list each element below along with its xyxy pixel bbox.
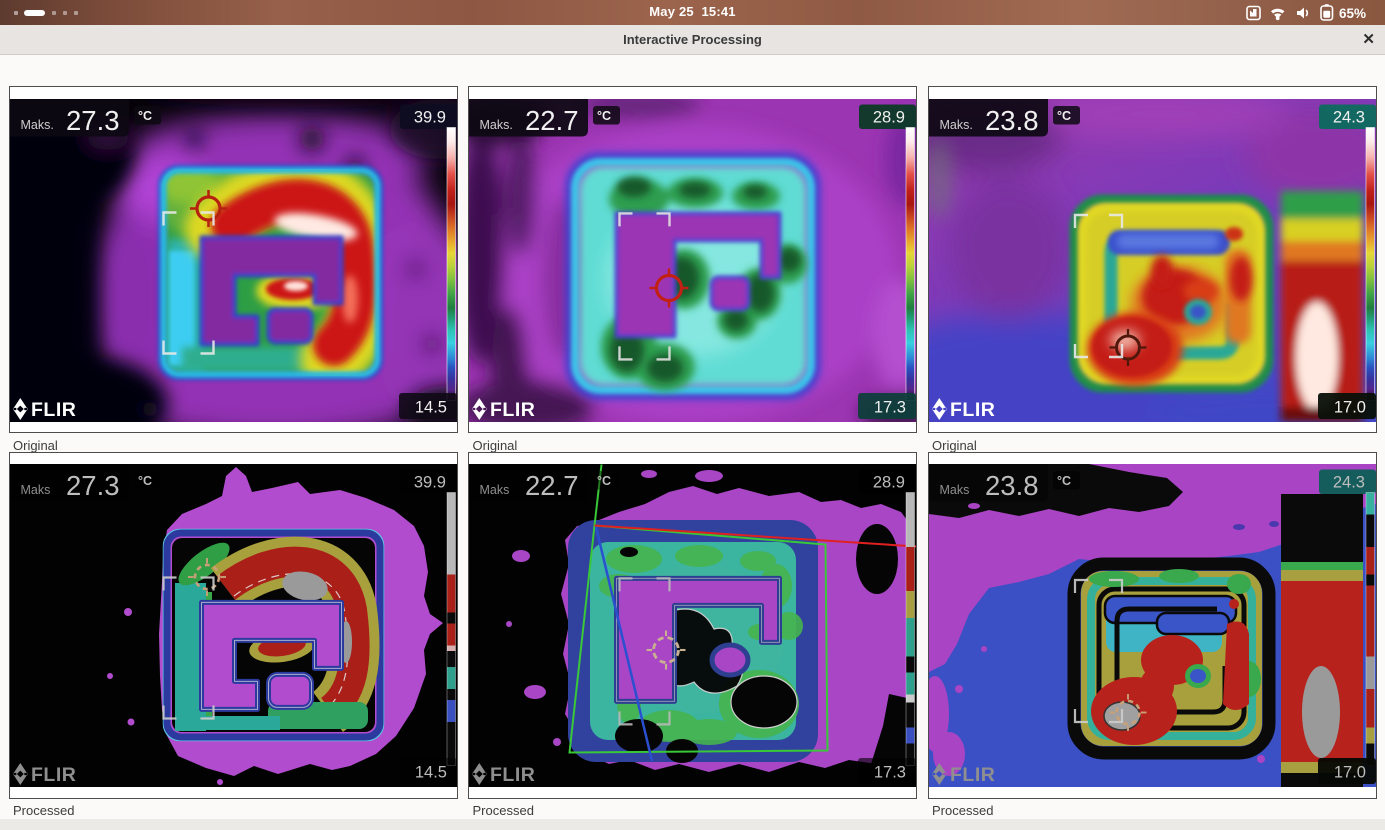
svg-text:23.8: 23.8 [985,470,1039,501]
svg-text:Maks.: Maks. [939,118,972,132]
svg-text:28.9: 28.9 [873,474,905,492]
svg-text:FLIR: FLIR [490,399,535,421]
svg-text:17.3: 17.3 [874,764,906,782]
svg-text:°C: °C [597,474,611,488]
svg-text:Maks: Maks [939,483,969,497]
svg-text:22.7: 22.7 [525,470,579,501]
svg-text:°C: °C [1057,109,1071,123]
svg-text:Maks.: Maks. [20,118,53,132]
svg-text:24.3: 24.3 [1332,108,1364,126]
svg-text:23.8: 23.8 [985,105,1039,136]
svg-text:28.9: 28.9 [873,108,905,126]
svg-text:39.9: 39.9 [413,474,445,492]
svg-text:Maks: Maks [480,483,510,497]
svg-text:14.5: 14.5 [414,764,446,782]
svg-text:°C: °C [1057,474,1071,488]
svg-text:22.7: 22.7 [525,105,579,136]
svg-text:FLIR: FLIR [490,764,535,786]
svg-text:14.5: 14.5 [414,398,446,416]
svg-text:17.0: 17.0 [1333,398,1365,416]
svg-text:27.3: 27.3 [66,105,120,136]
svg-text:27.3: 27.3 [66,470,120,501]
svg-text:FLIR: FLIR [31,764,76,786]
svg-text:17.0: 17.0 [1333,764,1365,782]
svg-text:Maks: Maks [20,483,50,497]
svg-text:°C: °C [138,474,152,488]
svg-text:Maks.: Maks. [480,118,513,132]
svg-text:FLIR: FLIR [950,399,995,421]
svg-text:24.3: 24.3 [1332,474,1364,492]
svg-text:39.9: 39.9 [413,108,445,126]
svg-text:FLIR: FLIR [31,399,76,421]
svg-text:17.3: 17.3 [874,398,906,416]
svg-text:°C: °C [597,109,611,123]
svg-text:FLIR: FLIR [950,764,995,786]
svg-text:°C: °C [138,109,152,123]
svg-text:65%: 65% [1339,6,1366,21]
